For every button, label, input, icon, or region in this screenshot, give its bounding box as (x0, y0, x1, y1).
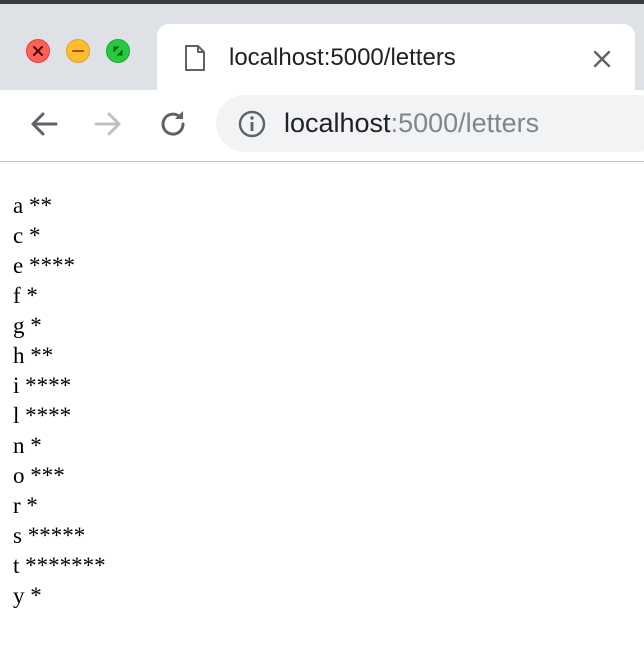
arrow-left-icon[interactable] (26, 106, 62, 142)
fullscreen-icon (113, 46, 123, 56)
letter: c (13, 223, 24, 248)
window-minimize-button[interactable] (66, 39, 90, 63)
star-count: * (28, 223, 41, 248)
minus-icon (72, 50, 84, 52)
letter-row-n: n * (13, 431, 106, 461)
letter: i (13, 373, 20, 398)
letter-row-s: s ***** (13, 521, 106, 551)
star-count: ** (30, 343, 54, 368)
letter: h (13, 343, 25, 368)
star-count: ******* (25, 553, 106, 578)
close-icon[interactable] (591, 48, 613, 70)
letter: l (13, 403, 20, 428)
url-text: localhost:5000/letters (284, 106, 539, 140)
arrow-right-icon[interactable] (90, 106, 126, 142)
letter: e (13, 253, 24, 278)
letter-row-y: y * (13, 581, 106, 611)
letter-row-r: r * (13, 491, 106, 521)
letter-row-l: l **** (13, 401, 106, 431)
tab-strip: localhost:5000/letters (0, 4, 644, 94)
letter-row-o: o *** (13, 461, 106, 491)
letter: n (13, 433, 25, 458)
letter: o (13, 463, 25, 488)
star-count: ** (28, 193, 52, 218)
letter: g (13, 313, 25, 338)
letter-row-a: a ** (13, 191, 106, 221)
letter: t (13, 553, 20, 578)
letter-row-g: g * (13, 311, 106, 341)
window-close-button[interactable] (26, 39, 50, 63)
letter: s (13, 523, 22, 548)
close-x-icon (33, 46, 43, 56)
star-count: * (26, 283, 38, 308)
star-count: * (26, 493, 38, 518)
star-count: *** (30, 463, 65, 488)
reload-icon[interactable] (155, 106, 191, 142)
letter: r (13, 493, 21, 518)
letter-row-t: t ******* (13, 551, 106, 581)
star-count: **** (25, 403, 72, 428)
letter-row-f: f * (13, 281, 106, 311)
url-path: :5000/letters (390, 108, 540, 138)
letter-row-h: h ** (13, 341, 106, 371)
url-host: localhost (284, 108, 391, 138)
star-count: **** (28, 253, 75, 278)
letter-row-c: c * (13, 221, 106, 251)
letter: y (13, 583, 25, 608)
window-fullscreen-button[interactable] (106, 39, 130, 63)
toolbar: localhost:5000/letters (0, 90, 644, 161)
star-count: * (30, 583, 42, 608)
tab-title: localhost:5000/letters (229, 44, 456, 71)
letter-frequency-list: a ** c * e **** f * g * h ** i **** l **** n * o … (13, 191, 106, 611)
document-icon (185, 45, 205, 71)
address-bar[interactable]: localhost:5000/letters (216, 95, 644, 152)
star-count: * (30, 433, 42, 458)
star-count: ***** (27, 523, 86, 548)
letter-row-e: e **** (13, 251, 106, 281)
letter-row-i: i **** (13, 371, 106, 401)
letter: a (13, 193, 24, 218)
tab-letters[interactable]: localhost:5000/letters (157, 24, 635, 94)
info-icon[interactable] (238, 110, 266, 138)
star-count: **** (25, 373, 72, 398)
star-count: * (30, 313, 42, 338)
toolbar-divider (0, 161, 644, 162)
letter: f (13, 283, 21, 308)
